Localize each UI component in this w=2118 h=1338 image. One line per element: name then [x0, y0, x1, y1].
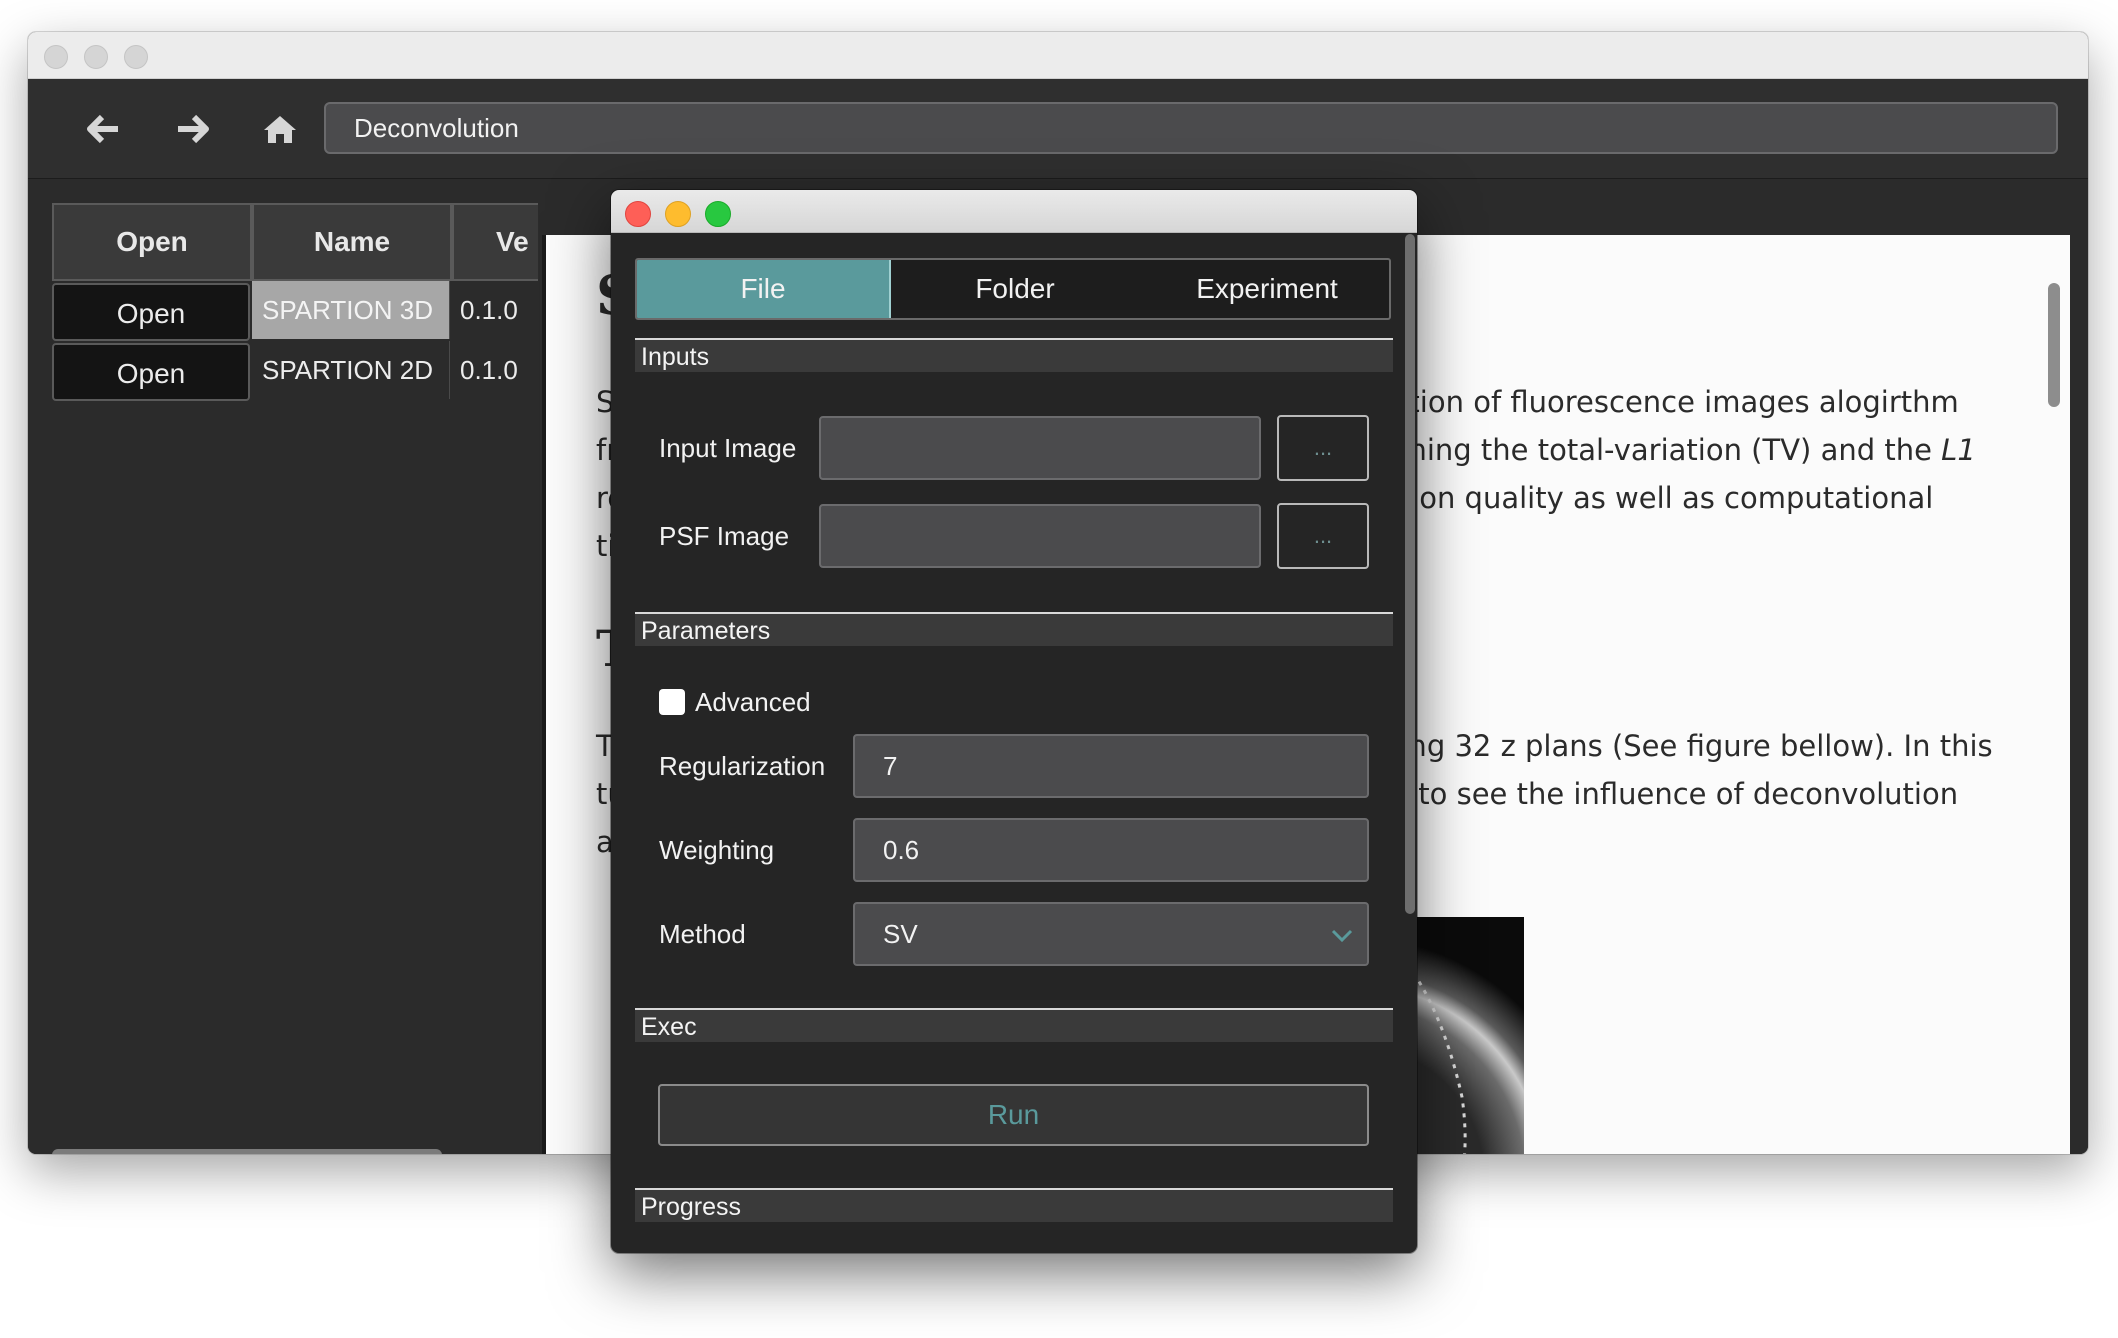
close-button[interactable] — [44, 45, 68, 69]
advanced-checkbox[interactable] — [659, 689, 685, 715]
horizontal-scrollbar[interactable] — [52, 1149, 442, 1154]
input-image-label: Input Image — [659, 433, 797, 463]
section-header-inputs: Inputs — [635, 338, 1393, 372]
arrow-left-icon[interactable] — [82, 109, 126, 149]
browse-input-image-button[interactable]: ... — [1277, 415, 1369, 481]
doc-paragraph-line: ning 32 z plans (See figure bellow). In … — [1382, 729, 1993, 763]
advanced-label: Advanced — [695, 687, 811, 717]
doc-paragraph-line: lution of fluorescence images alogirthm — [1382, 385, 1959, 419]
run-button[interactable]: Run — [658, 1084, 1369, 1146]
dialog-scrollbar[interactable] — [1405, 234, 1415, 914]
input-image-field[interactable] — [819, 416, 1261, 480]
minimize-button[interactable] — [665, 201, 691, 227]
tool-table: Open Name Ve Open SPARTION 3D 0.1.0 Open… — [52, 203, 538, 853]
open-button[interactable]: Open — [52, 343, 250, 401]
section-header-progress: Progress — [635, 1188, 1393, 1222]
tab-folder[interactable]: Folder — [889, 260, 1141, 318]
dialog-titlebar — [611, 190, 1417, 233]
table-cell-name[interactable]: SPARTION 3D — [252, 281, 450, 339]
table-cell-version: 0.1.0 — [460, 295, 518, 325]
arrow-right-icon[interactable] — [170, 109, 214, 149]
toolbar: Deconvolution — [28, 79, 2088, 179]
regularization-label: Regularization — [659, 751, 826, 781]
section-header-exec: Exec — [635, 1008, 1393, 1042]
method-select-value: SV — [883, 919, 918, 949]
doc-paragraph-line: bining the total-variation (TV) and the … — [1382, 433, 1976, 467]
weighting-input[interactable]: 0.6 — [853, 818, 1369, 882]
home-icon[interactable] — [258, 109, 302, 149]
tab-experiment[interactable]: Experiment — [1141, 260, 1389, 318]
tab-file[interactable]: File — [637, 260, 891, 318]
psf-image-field[interactable] — [819, 504, 1261, 568]
address-bar[interactable]: Deconvolution — [324, 102, 2058, 154]
table-cell-name[interactable]: SPARTION 2D — [252, 341, 450, 399]
main-titlebar — [28, 32, 2088, 79]
open-button[interactable]: Open — [52, 283, 250, 341]
browse-psf-image-button[interactable]: ... — [1277, 503, 1369, 569]
method-select[interactable]: SV — [853, 902, 1369, 966]
tab-bar: File Folder Experiment — [635, 258, 1391, 320]
zoom-button[interactable] — [124, 45, 148, 69]
zoom-button[interactable] — [705, 201, 731, 227]
close-button[interactable] — [625, 201, 651, 227]
deconvolution-dialog: File Folder Experiment Inputs Input Imag… — [611, 190, 1417, 1253]
doc-paragraph-line: rs to see the influence of deconvolution — [1382, 777, 1959, 811]
column-header-name[interactable]: Name — [252, 203, 452, 281]
doc-paragraph-line: ation quality as well as computational — [1382, 481, 1934, 515]
regularization-input[interactable]: 7 — [853, 734, 1369, 798]
psf-image-label: PSF Image — [659, 521, 790, 551]
vertical-scrollbar[interactable] — [2048, 283, 2060, 407]
column-header-version[interactable]: Ve — [452, 203, 538, 281]
chevron-down-icon — [1331, 916, 1353, 952]
column-header-open[interactable]: Open — [52, 203, 252, 281]
minimize-button[interactable] — [84, 45, 108, 69]
weighting-label: Weighting — [659, 835, 775, 865]
section-header-parameters: Parameters — [635, 612, 1393, 646]
table-cell-version: 0.1.0 — [460, 355, 518, 385]
method-label: Method — [659, 919, 746, 949]
